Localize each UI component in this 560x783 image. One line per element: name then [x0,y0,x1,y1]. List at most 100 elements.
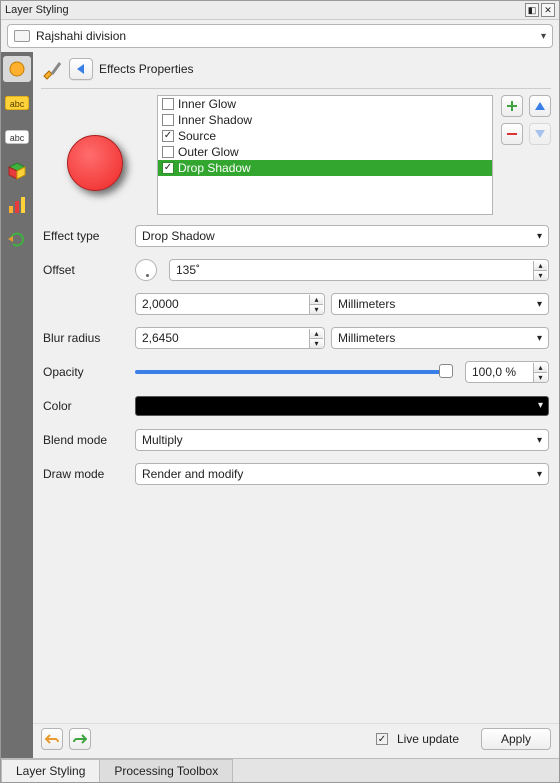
live-update-checkbox[interactable]: ✓ [376,733,388,745]
opacity-spin[interactable]: 100,0 % ▴▾ [465,361,549,383]
angle-value: 135˚ [176,263,200,277]
svg-text:abc: abc [10,99,25,109]
live-update-label: Live update [397,732,459,746]
spin-down[interactable]: ▾ [309,339,323,348]
spin-down[interactable]: ▾ [309,305,323,314]
blur-spin[interactable]: 2,6450 ▴▾ [135,327,325,349]
effect-label: Inner Shadow [178,113,252,127]
bottom-tab[interactable]: Layer Styling [1,759,100,782]
layer-name: Rajshahi division [36,29,126,43]
opacity-slider[interactable] [135,361,459,383]
layer-selector[interactable]: Rajshahi division ▾ [7,24,553,48]
chevron-down-icon: ▾ [537,231,542,242]
polygon-layer-icon [14,30,30,42]
effect-type-value: Drop Shadow [142,229,215,243]
effect-type-select[interactable]: Drop Shadow ▾ [135,225,549,247]
effects-title: Effects Properties [99,62,194,76]
spin-up[interactable]: ▴ [533,363,547,373]
separator [41,88,551,89]
effect-label: Outer Glow [178,145,239,159]
symbol-preview [45,113,145,213]
labels-abc-white-icon: abc [5,130,29,144]
undo-button[interactable] [41,728,63,750]
history-tab[interactable] [3,226,31,252]
draw-mode-select[interactable]: Render and modify ▾ [135,463,549,485]
panel-title: Layer Styling [5,4,523,16]
move-up-button[interactable] [529,95,551,117]
effect-row[interactable]: Outer Glow [158,144,492,160]
spin-down[interactable]: ▾ [533,271,547,280]
angle-spin[interactable]: 135˚ ▴▾ [169,259,549,281]
effect-checkbox[interactable]: ✓ [162,162,174,174]
panel-titlebar: Layer Styling ◧ ✕ [1,1,559,20]
opacity-label: Opacity [43,365,129,379]
diagrams-tab[interactable] [3,192,31,218]
close-button[interactable]: ✕ [541,3,555,17]
triangle-down-icon [534,129,546,139]
chevron-down-icon: ▾ [537,435,542,446]
chevron-down-icon: ▾ [537,299,542,310]
labels-abc-yellow-icon: abc [5,96,29,110]
diagram-icon [8,196,26,214]
opacity-value: 100,0 % [472,365,516,379]
triangle-left-icon [76,64,86,74]
symbology-tab[interactable] [3,56,31,82]
offset-unit-select[interactable]: Millimeters ▾ [331,293,549,315]
3d-cube-icon [8,162,26,180]
style-category-tabs: abc abc [1,52,33,758]
effect-row[interactable]: ✓Source [158,128,492,144]
undo-icon [45,733,59,745]
offset-label: Offset [43,263,129,277]
spin-up[interactable]: ▴ [533,261,547,271]
redo-button[interactable] [69,728,91,750]
blend-mode-select[interactable]: Multiply ▾ [135,429,549,451]
single-symbol-icon [7,59,27,79]
draw-mode-value: Render and modify [142,467,243,481]
3d-view-tab[interactable] [3,158,31,184]
spin-down[interactable]: ▾ [533,373,547,382]
masks-tab[interactable]: abc [3,124,31,150]
draw-mode-label: Draw mode [43,467,129,481]
minus-icon [506,128,518,140]
remove-effect-button[interactable] [501,123,523,145]
blur-unit-select[interactable]: Millimeters ▾ [331,327,549,349]
back-button[interactable] [69,58,93,80]
labels-tab[interactable]: abc [3,90,31,116]
blend-mode-value: Multiply [142,433,183,447]
add-effect-button[interactable] [501,95,523,117]
triangle-up-icon [534,101,546,111]
effect-row[interactable]: Inner Shadow [158,112,492,128]
effect-checkbox[interactable]: ✓ [162,130,174,142]
blur-unit-value: Millimeters [338,331,395,345]
angle-dial[interactable] [135,259,157,281]
chevron-down-icon: ▾ [537,333,542,344]
move-down-button[interactable] [529,123,551,145]
effect-checkbox[interactable] [162,146,174,158]
offset-distance-spin[interactable]: 2,0000 ▴▾ [135,293,325,315]
effect-checkbox[interactable] [162,114,174,126]
effect-checkbox[interactable] [162,98,174,110]
effect-type-label: Effect type [43,229,129,243]
redo-icon [73,733,87,745]
blend-mode-label: Blend mode [43,433,129,447]
spin-up[interactable]: ▴ [309,295,323,305]
apply-label: Apply [501,732,531,746]
chevron-down-icon: ▾ [537,469,542,480]
effects-list[interactable]: Inner GlowInner Shadow✓SourceOuter Glow✓… [157,95,493,215]
refresh-history-icon [8,230,26,248]
chevron-down-icon: ▾ [541,31,546,42]
effect-label: Inner Glow [178,97,236,111]
offset-distance-value: 2,0000 [142,297,179,311]
spin-up[interactable]: ▴ [309,329,323,339]
effect-label: Drop Shadow [178,161,251,175]
apply-button[interactable]: Apply [481,728,551,750]
color-picker[interactable]: ▾ [135,396,549,416]
plus-icon [506,100,518,112]
svg-text:abc: abc [10,133,25,143]
detach-button[interactable]: ◧ [525,3,539,17]
blur-value: 2,6450 [142,331,179,345]
bottom-tab[interactable]: Processing Toolbox [99,759,233,782]
effect-row[interactable]: ✓ Drop Shadow [158,160,492,176]
bottom-tabs: Layer StylingProcessing Toolbox [1,758,559,782]
effect-row[interactable]: Inner Glow [158,96,492,112]
